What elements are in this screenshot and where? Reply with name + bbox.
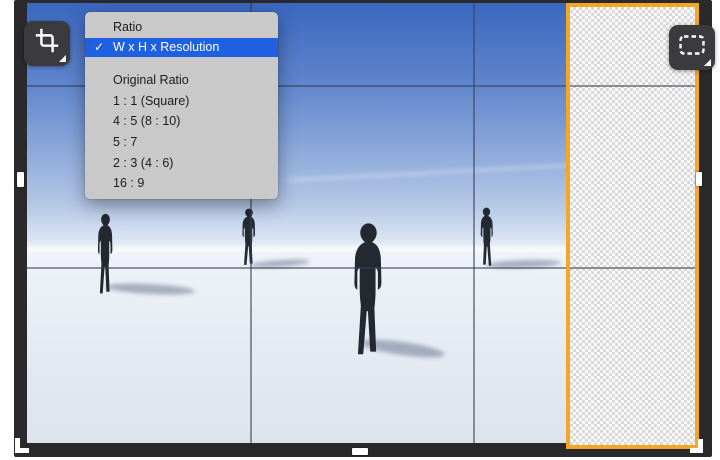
menu-item-wxh-resolution[interactable]: ✓ W x H x Resolution [85, 38, 278, 57]
crop-handle-right[interactable] [696, 172, 702, 186]
menu-item-1-1-square[interactable]: 1 : 1 (Square) [85, 91, 278, 112]
menu-selected-label: W x H x Resolution [113, 40, 220, 54]
crop-handle-bottom[interactable] [352, 448, 368, 455]
figure-silhouette [476, 207, 497, 267]
dropdown-indicator-icon [59, 55, 66, 62]
crop-handle-bottom-left[interactable] [15, 438, 29, 453]
crop-icon [33, 27, 61, 60]
figure-silhouette [238, 208, 260, 266]
figure-silhouette [93, 213, 118, 295]
menu-item-4-5[interactable]: 4 : 5 (8 : 10) [85, 111, 278, 132]
menu-item-2-3[interactable]: 2 : 3 (4 : 6) [85, 153, 278, 174]
crop-tool-button[interactable] [24, 21, 70, 66]
menu-item-16-9[interactable]: 16 : 9 [85, 173, 278, 194]
marquee-icon [677, 31, 707, 64]
dropdown-indicator-icon [704, 59, 711, 66]
checkmark-icon: ✓ [94, 40, 105, 54]
crop-editor-screen: Ratio ✓ W x H x Resolution Original Rati… [0, 0, 720, 460]
figure-silhouette [345, 222, 392, 357]
crop-handle-left[interactable] [17, 172, 24, 187]
ratio-menu: Ratio ✓ W x H x Resolution Original Rati… [85, 12, 278, 200]
marquee-tool-button[interactable] [669, 25, 715, 70]
menu-item-original-ratio[interactable]: Original Ratio [85, 70, 278, 91]
crop-handle-bottom-right[interactable] [690, 439, 703, 453]
menu-item-5-7[interactable]: 5 : 7 [85, 132, 278, 153]
ratio-menu-header: Ratio [113, 20, 143, 34]
grid-line-vertical-2 [473, 3, 475, 443]
menu-separator [85, 57, 278, 70]
